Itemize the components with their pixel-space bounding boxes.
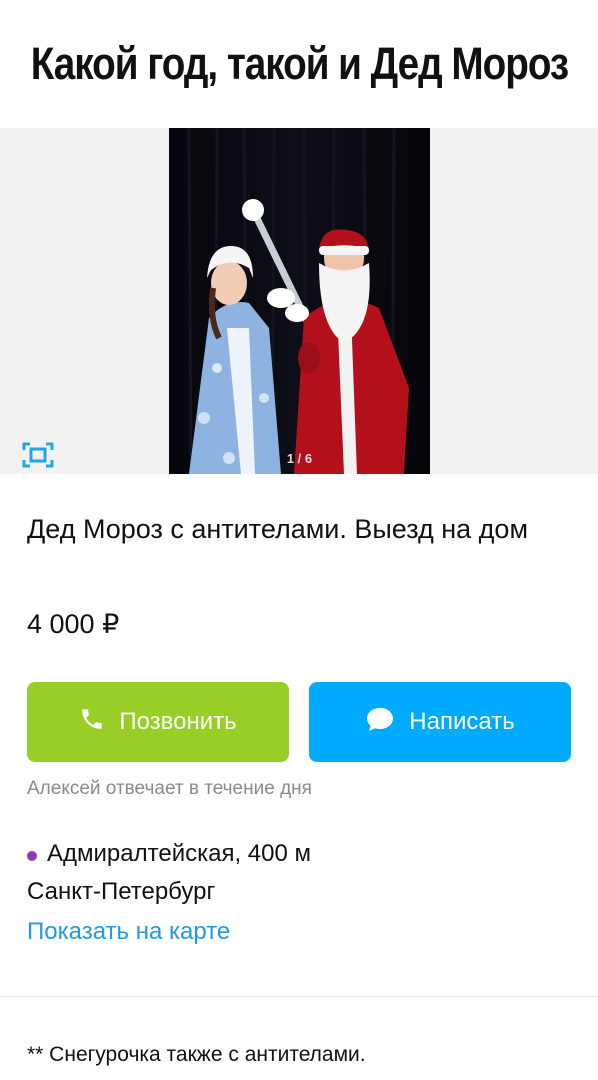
- call-button[interactable]: Позвонить: [27, 682, 289, 762]
- write-button[interactable]: Написать: [309, 682, 571, 762]
- meme-header: Какой год, такой и Дед Мороз: [0, 0, 598, 128]
- listing-photo[interactable]: 1 / 6: [169, 128, 430, 474]
- chat-bubble-icon: [365, 705, 395, 740]
- photo-illustration: [169, 128, 430, 474]
- call-button-label: Позвонить: [119, 708, 237, 735]
- metro-station: Адмиралтейская, 400 м: [27, 840, 311, 868]
- metro-station-label: Адмиралтейская, 400 м: [47, 840, 312, 867]
- photo-counter: 1 / 6: [286, 451, 313, 466]
- listing-title: Дед Мороз с антителами. Выезд на дом: [27, 514, 529, 544]
- write-button-label: Написать: [409, 708, 515, 735]
- seller-response-note: Алексей отвечает в течение дня: [27, 778, 312, 799]
- city-name: Санкт-Петербург: [27, 878, 216, 905]
- metro-line-dot: [27, 850, 37, 861]
- section-divider: [0, 996, 598, 997]
- meme-title: Какой год, такой и Дед Мороз: [30, 38, 568, 89]
- photo-gallery[interactable]: 1 / 6: [0, 128, 598, 474]
- show-on-map-link[interactable]: Показать на карте: [27, 918, 230, 946]
- listing-price: 4 000 ₽: [27, 609, 120, 639]
- fullscreen-button[interactable]: [18, 440, 58, 474]
- fullscreen-icon: [22, 442, 54, 473]
- phone-icon: [79, 706, 105, 739]
- footnote: ** Снегурочка также с антителами.: [27, 1043, 366, 1066]
